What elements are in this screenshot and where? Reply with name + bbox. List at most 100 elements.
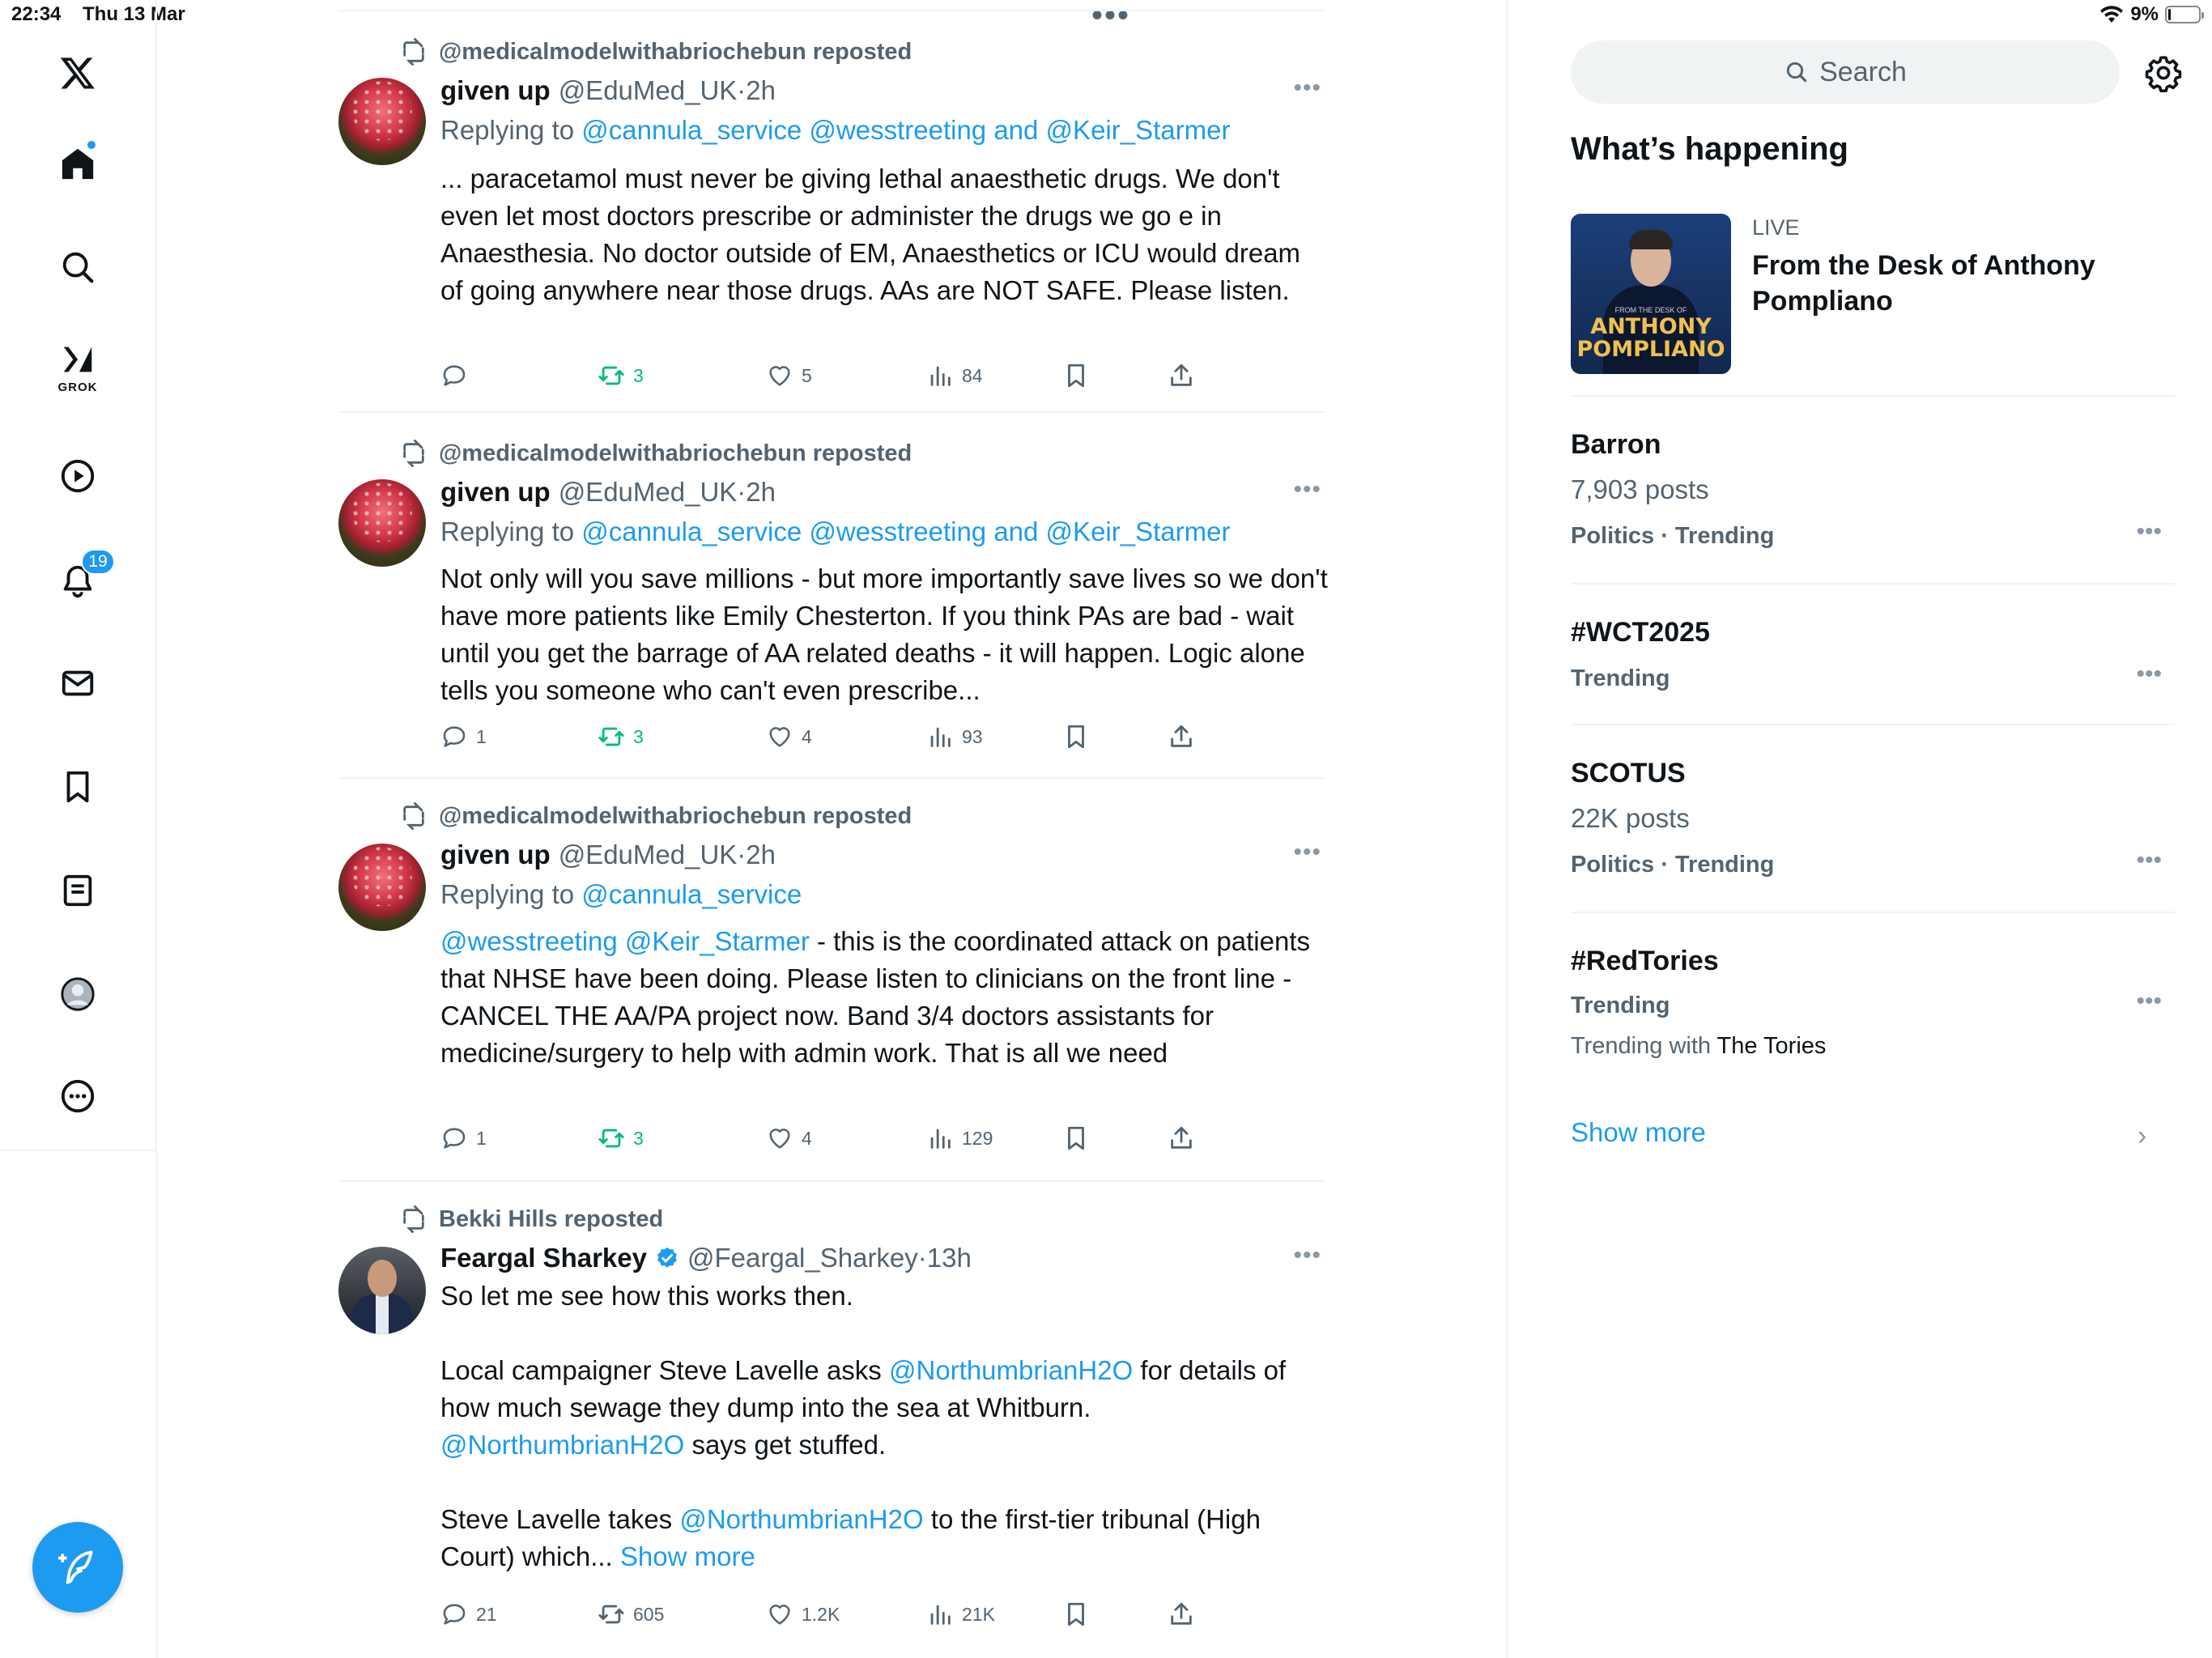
nav-lists[interactable] (42, 855, 113, 926)
search-input[interactable]: Search (1571, 40, 2120, 104)
tweet-more-button[interactable]: ••• (1293, 1242, 1321, 1269)
mention-link[interactable]: @NorthumbrianH2O (889, 1355, 1133, 1385)
author-handle[interactable]: @EduMed_UK (559, 477, 738, 508)
live-event-card[interactable]: FROM THE DESK OF ANTHONY POMPLIANO LIVE F… (1571, 214, 2175, 395)
replying-to-mentions[interactable]: @cannula_service @wesstreeting and @Keir… (581, 115, 1230, 145)
author-handle[interactable]: @EduMed_UK (559, 840, 738, 870)
nav-messages[interactable] (42, 648, 113, 719)
views-button[interactable]: 21K (926, 1598, 995, 1630)
like-button[interactable]: 4 (766, 721, 812, 753)
like-button[interactable]: 4 (766, 1122, 812, 1154)
tweet-mentions[interactable]: @wesstreeting @Keir_Starmer (440, 926, 810, 956)
author-name[interactable]: given up (440, 840, 551, 870)
tweet-more-button[interactable]: ••• (1293, 476, 1321, 504)
show-more-link[interactable]: Show more (1571, 1117, 1706, 1148)
author-name[interactable]: given up (440, 477, 551, 508)
repost-icon (403, 440, 424, 467)
repost-count: 605 (633, 1603, 665, 1625)
nav-home[interactable] (42, 128, 113, 199)
reply-button[interactable]: 1 (440, 1122, 487, 1154)
bookmark-button[interactable] (1062, 721, 1090, 753)
x-logo-icon (60, 57, 95, 89)
repost-button[interactable]: 3 (598, 721, 644, 753)
views-button[interactable]: 84 (926, 359, 983, 392)
x-logo-button[interactable] (42, 37, 113, 108)
compose-feather-icon (58, 1550, 93, 1584)
text-segment: Local campaigner Steve Lavelle asks (440, 1355, 889, 1385)
tweet[interactable]: @medicalmodelwithabriochebun reposted gi… (338, 779, 1325, 1182)
gear-icon[interactable] (2144, 53, 2183, 92)
bookmark-icon (66, 771, 89, 803)
trend-item[interactable]: Barron 7,903 posts Politics · Trending •… (1571, 395, 2175, 583)
tweet-more-button[interactable]: ••• (1293, 74, 1321, 102)
views-button[interactable]: 129 (926, 1122, 993, 1154)
tweet[interactable]: Bekki Hills reposted Feargal Sharkey @Fe… (338, 1182, 1325, 1658)
reply-icon (443, 365, 466, 386)
repost-button[interactable]: 605 (598, 1598, 664, 1630)
like-button[interactable]: 1.2K (766, 1598, 840, 1630)
share-button[interactable] (1168, 1122, 1195, 1154)
trend-more-button[interactable]: ••• (2136, 661, 2162, 688)
reply-button[interactable] (440, 359, 476, 392)
trend-more-button[interactable]: ••• (2136, 988, 2162, 1015)
tweet-time[interactable]: ·2h (737, 840, 776, 870)
repost-button[interactable]: 3 (598, 1122, 644, 1154)
tweet-time[interactable]: ·2h (737, 477, 776, 508)
notifications-badge: 19 (81, 549, 115, 575)
trend-more-button[interactable]: ••• (2136, 847, 2162, 874)
tweet-text: Not only will you save millions - but mo… (440, 563, 1328, 705)
nav-notifications[interactable]: 19 (42, 546, 115, 617)
compose-button[interactable] (32, 1522, 123, 1613)
tweet-time[interactable]: ·2h (737, 75, 776, 106)
author-name[interactable]: Feargal Sharkey (440, 1243, 647, 1273)
avatar[interactable] (338, 78, 426, 165)
nav-grok[interactable]: GROK (42, 330, 113, 402)
repost-count: 3 (633, 364, 644, 386)
tweet-paragraph-spacer (440, 1464, 1328, 1501)
bookmark-icon (1068, 725, 1084, 749)
replying-to-mentions[interactable]: @cannula_service @wesstreeting and @Keir… (581, 517, 1230, 546)
heart-icon (769, 1605, 790, 1625)
avatar[interactable] (338, 479, 426, 567)
trend-more-button[interactable]: ••• (2136, 518, 2162, 546)
tweet[interactable]: @medicalmodelwithabriochebun reposted gi… (338, 10, 1325, 413)
reply-button[interactable]: 21 (440, 1598, 497, 1630)
reply-button[interactable]: 1 (440, 721, 487, 753)
nav-profile[interactable] (42, 959, 113, 1030)
nav-video[interactable] (42, 440, 113, 512)
avatar[interactable] (338, 844, 426, 931)
bookmark-button[interactable] (1062, 1122, 1090, 1154)
envelope-icon (62, 670, 94, 696)
mention-link[interactable]: @NorthumbrianH2O (440, 1430, 684, 1460)
nav-explore[interactable] (42, 232, 113, 303)
mention-link[interactable]: @NorthumbrianH2O (679, 1504, 923, 1534)
trend-item[interactable]: #RedTories Trending ••• Trending with Th… (1571, 912, 2175, 1082)
share-button[interactable] (1168, 359, 1195, 392)
author-name[interactable]: given up (440, 75, 551, 106)
replying-to: Replying to @cannula_service @wesstreeti… (440, 115, 1230, 146)
tweet-more-button[interactable]: ••• (1293, 839, 1321, 866)
author-handle[interactable]: @Feargal_Sharkey (687, 1243, 918, 1273)
repost-button[interactable]: 3 (598, 359, 644, 392)
bookmark-button[interactable] (1062, 359, 1090, 392)
tweet[interactable]: @medicalmodelwithabriochebun reposted gi… (338, 413, 1328, 779)
nav-more[interactable] (42, 1061, 113, 1132)
like-button[interactable]: 5 (766, 359, 812, 392)
trending-with-topic[interactable]: The Tories (1717, 1033, 1827, 1059)
share-icon (1171, 1126, 1192, 1149)
trend-item[interactable]: #WCT2025 Trending ••• (1571, 583, 2175, 724)
share-button[interactable] (1168, 721, 1195, 753)
avatar[interactable] (338, 1247, 426, 1334)
repost-icon (403, 802, 424, 830)
trend-item[interactable]: SCOTUS 22K posts Politics · Trending ••• (1571, 724, 2175, 912)
tweet-time[interactable]: ·13h (918, 1243, 972, 1273)
share-button[interactable] (1168, 1598, 1195, 1630)
grok-icon (63, 346, 92, 372)
show-more-link[interactable]: Show more (620, 1541, 755, 1571)
replying-to-mentions[interactable]: @cannula_service (581, 879, 802, 909)
views-button[interactable]: 93 (926, 721, 983, 753)
repost-context: @medicalmodelwithabriochebun reposted (400, 36, 912, 68)
bookmark-button[interactable] (1062, 1598, 1090, 1630)
nav-bookmarks[interactable] (42, 751, 113, 823)
author-handle[interactable]: @EduMed_UK (559, 75, 738, 106)
